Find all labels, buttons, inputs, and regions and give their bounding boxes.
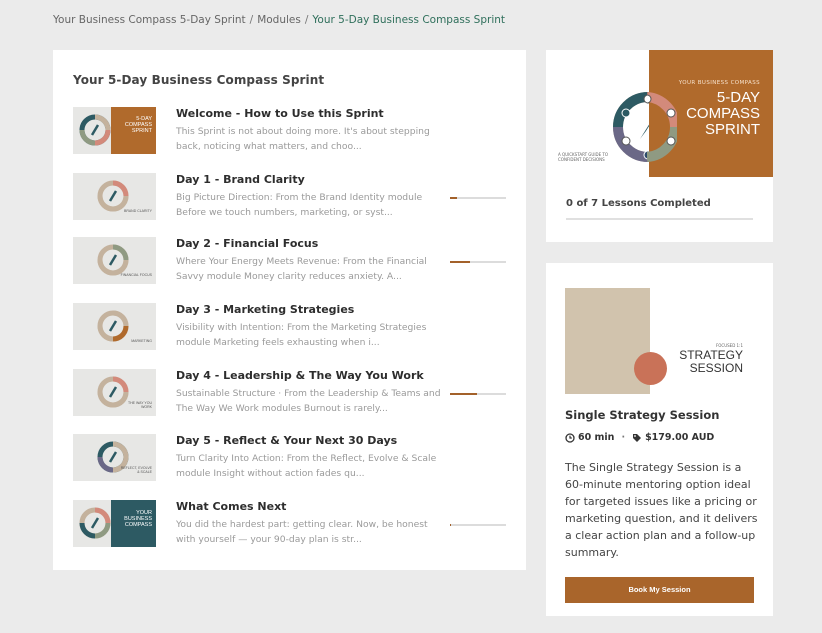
lesson-list-panel: Your 5-Day Business Compass Sprint 5-DAY… bbox=[53, 50, 526, 570]
session-image-dot bbox=[634, 352, 667, 385]
lesson-thumbnail[interactable]: THE WAY YOU WORK bbox=[73, 369, 156, 416]
lesson-item[interactable]: MARKETING Day 3 - Marketing Strategies Vis… bbox=[73, 303, 513, 351]
lesson-thumbnail-text: REFLECT, EVOLVE & SCALE bbox=[120, 466, 152, 475]
breadcrumb-sprint-link[interactable]: Your Business Compass 5-Day Sprint bbox=[53, 14, 246, 26]
lesson-thumbnail[interactable]: FINANCIAL FOCUS bbox=[73, 237, 156, 284]
session-image: FOCUSED 1:1 STRATEGY SESSION bbox=[565, 288, 754, 394]
lesson-title[interactable]: Day 2 - Financial Focus bbox=[176, 237, 318, 250]
lesson-thumbnail[interactable]: MARKETING bbox=[73, 303, 156, 350]
cover-title: 5-DAY COMPASS SPRINT bbox=[686, 89, 760, 138]
lesson-thumbnail-text: THE WAY YOU WORK bbox=[128, 401, 152, 410]
lesson-thumbnail[interactable]: 5-DAY COMPASS SPRINT bbox=[73, 107, 156, 154]
lesson-title[interactable]: Day 4 - Leadership & The Way You Work bbox=[176, 369, 424, 382]
lesson-item[interactable]: YOUR BUSINESS COMPASS What Comes Next You … bbox=[73, 500, 513, 548]
cover-panel: YOUR BUSINESS COMPASS 5-DAY COMPASS SPRI… bbox=[647, 50, 773, 177]
session-meta: 60 min · $179.00 AUD bbox=[565, 432, 714, 443]
lesson-thumbnail-text: 5-DAY COMPASS SPRINT bbox=[124, 116, 152, 135]
lesson-progress-fill bbox=[450, 261, 470, 263]
cover-subtitle: YOUR BUSINESS COMPASS bbox=[678, 80, 760, 86]
breadcrumb-separator: / bbox=[304, 14, 309, 26]
session-price: $179.00 AUD bbox=[645, 432, 715, 443]
meta-separator: · bbox=[621, 432, 626, 443]
lesson-thumbnail[interactable]: BRAND CLARITY bbox=[73, 173, 156, 220]
lesson-progress-bar bbox=[450, 261, 506, 263]
lesson-description: You did the hardest part: getting clear.… bbox=[176, 519, 428, 545]
lesson-progress-bar bbox=[450, 393, 506, 395]
lesson-title[interactable]: Welcome - How to Use this Sprint bbox=[176, 107, 384, 120]
lesson-progress-fill bbox=[450, 524, 452, 526]
session-image-title: STRATEGY SESSION bbox=[679, 348, 743, 375]
lesson-thumbnail-text: BRAND CLARITY bbox=[123, 209, 152, 214]
session-offer-card: FOCUSED 1:1 STRATEGY SESSION Single Stra… bbox=[546, 263, 773, 616]
breadcrumb-current: Your 5-Day Business Compass Sprint bbox=[312, 14, 506, 26]
course-progress-card: YOUR BUSINESS COMPASS 5-DAY COMPASS SPRI… bbox=[546, 50, 773, 242]
lesson-progress-fill bbox=[450, 197, 457, 199]
breadcrumb-modules-link[interactable]: Modules bbox=[257, 14, 301, 26]
lesson-item[interactable]: 5-DAY COMPASS SPRINT Welcome - How to Use… bbox=[73, 107, 513, 155]
breadcrumb-separator: / bbox=[249, 14, 254, 26]
clock-icon bbox=[565, 432, 575, 443]
session-duration: 60 min bbox=[578, 432, 615, 443]
cover-tagline: A QUICKSTART GUIDE TO CONFIDENT DECISION… bbox=[558, 152, 608, 162]
lesson-thumbnail-text: MARKETING bbox=[131, 339, 152, 344]
lesson-title[interactable]: What Comes Next bbox=[176, 500, 286, 513]
lesson-description: Big Picture Direction: From the Brand Id… bbox=[176, 192, 423, 218]
lesson-thumbnail[interactable]: YOUR BUSINESS COMPASS bbox=[73, 500, 156, 547]
lessons-completed-text: 0 of 7 Lessons Completed bbox=[566, 198, 711, 209]
lesson-item[interactable]: BRAND CLARITY Day 1 - Brand Clarity Big Pi… bbox=[73, 173, 513, 221]
lesson-description: Where Your Energy Meets Revenue: From th… bbox=[176, 256, 427, 282]
price-tag-icon bbox=[633, 433, 642, 442]
lesson-progress-fill bbox=[450, 393, 477, 395]
lesson-description: Visibility with Intention: From the Mark… bbox=[176, 322, 427, 348]
lesson-thumbnail[interactable]: REFLECT, EVOLVE & SCALE bbox=[73, 434, 156, 481]
lesson-item[interactable]: REFLECT, EVOLVE & SCALE Day 5 - Reflect &… bbox=[73, 434, 513, 482]
course-cover-image: YOUR BUSINESS COMPASS 5-DAY COMPASS SPRI… bbox=[546, 50, 773, 177]
breadcrumb: Your Business Compass 5-Day Sprint / Modul… bbox=[53, 14, 505, 26]
lesson-title[interactable]: Day 3 - Marketing Strategies bbox=[176, 303, 354, 316]
lesson-item[interactable]: THE WAY YOU WORK Day 4 - Leadership & The… bbox=[73, 369, 513, 417]
lesson-description: Sustainable Structure · From the Leaders… bbox=[176, 388, 441, 414]
course-title: Your 5-Day Business Compass Sprint bbox=[73, 73, 325, 87]
lesson-thumbnail-text: YOUR BUSINESS COMPASS bbox=[124, 510, 152, 529]
lesson-item[interactable]: FINANCIAL FOCUS Day 2 - Financial Focus Wh… bbox=[73, 237, 513, 285]
session-title[interactable]: Single Strategy Session bbox=[565, 408, 719, 422]
session-description: The Single Strategy Session is a 60-minu… bbox=[565, 461, 758, 559]
lesson-description: Turn Clarity Into Action: From the Refle… bbox=[176, 453, 437, 479]
lesson-thumbnail-text: FINANCIAL FOCUS bbox=[120, 273, 152, 278]
lesson-description: This Sprint is not about doing more. It'… bbox=[176, 126, 430, 152]
lesson-title[interactable]: Day 5 - Reflect & Your Next 30 Days bbox=[176, 434, 397, 447]
completion-progress-bar bbox=[566, 218, 753, 220]
book-session-button[interactable]: Book My Session bbox=[565, 577, 754, 603]
lesson-title[interactable]: Day 1 - Brand Clarity bbox=[176, 173, 305, 186]
lesson-progress-bar bbox=[450, 197, 506, 199]
lesson-progress-bar bbox=[450, 524, 506, 526]
